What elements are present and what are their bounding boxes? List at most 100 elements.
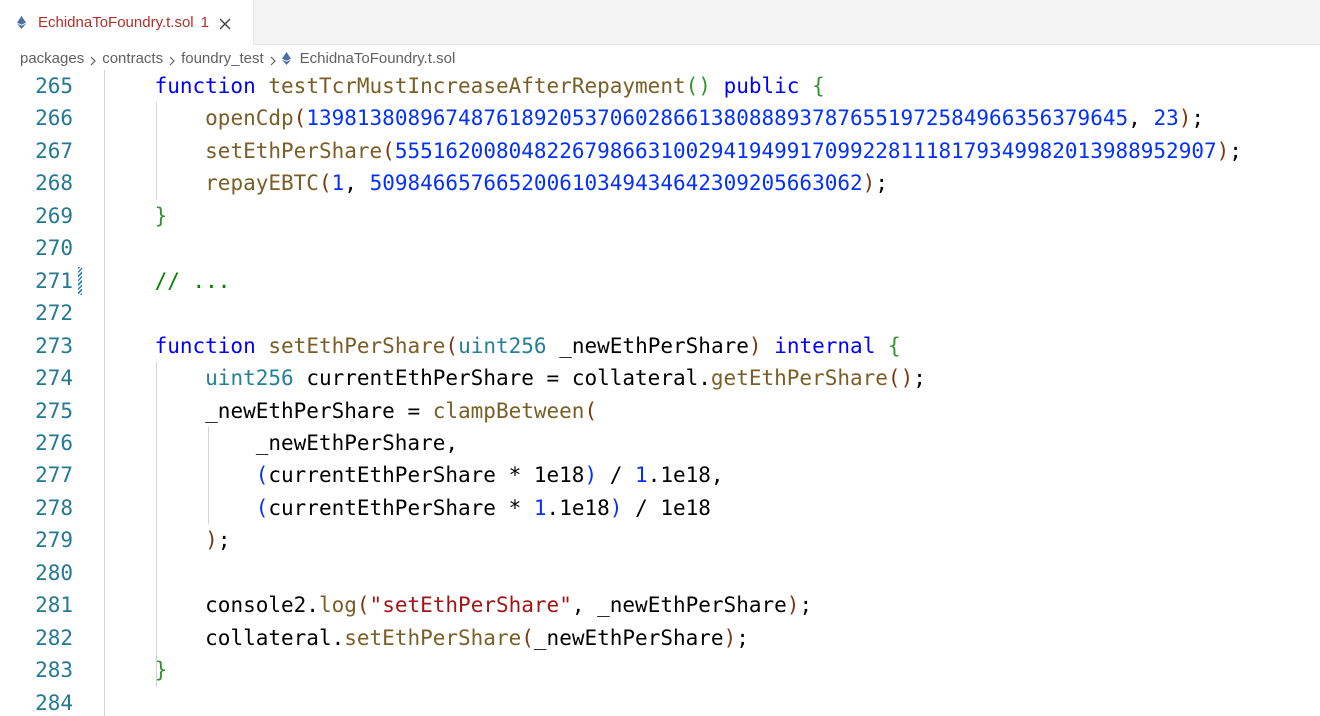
code-line[interactable]: 280	[0, 557, 1320, 589]
code-token: ;	[799, 593, 813, 618]
code-token: (	[255, 495, 269, 520]
code-token: uint256	[205, 366, 294, 391]
code-text: );	[104, 524, 230, 556]
code-text: (currentEthPerShare * 1e18) / 1.1e18,	[104, 459, 724, 491]
code-line[interactable]: 281 console2.log("setEthPerShare", _newE…	[0, 589, 1320, 621]
line-number: 267	[35, 138, 73, 163]
breadcrumb-item-foundry-test[interactable]: foundry_test	[181, 50, 264, 67]
line-number: 268	[35, 171, 73, 196]
line-number: 272	[35, 301, 73, 326]
code-line[interactable]: 279 );	[0, 524, 1320, 556]
code-text: (currentEthPerShare * 1.1e18) / 1e18	[104, 492, 711, 524]
code-line[interactable]: 265 function testTcrMustIncreaseAfterRep…	[0, 70, 1320, 102]
code-token: (	[356, 593, 370, 618]
code-token: (	[584, 398, 598, 423]
breadcrumb-item-file[interactable]: EchidnaToFoundry.t.sol	[300, 50, 456, 67]
code-line[interactable]: 269 }	[0, 200, 1320, 232]
indent-guide	[156, 102, 157, 200]
problem-count-badge: 1	[200, 14, 209, 31]
code-token: public	[723, 74, 800, 98]
code-token: ;	[875, 171, 888, 196]
code-token: 1	[331, 171, 345, 196]
code-token: currentEthPerShare *	[268, 495, 534, 520]
code-token: log	[318, 593, 357, 618]
chevron-right-icon	[89, 53, 97, 66]
code-token: )	[1178, 106, 1192, 131]
code-token: (	[318, 171, 332, 196]
line-number: 270	[35, 236, 73, 261]
code-line[interactable]: 273 function setEthPerShare(uint256 _new…	[0, 330, 1320, 362]
code-token: )	[609, 495, 623, 520]
close-icon[interactable]	[219, 17, 231, 29]
code-token: 5551620080482267986631002941949917099228…	[394, 138, 1217, 163]
code-text: }	[104, 654, 168, 686]
code-token: ()	[685, 74, 711, 98]
line-number: 273	[35, 333, 73, 358]
code-token: ,	[1128, 106, 1154, 131]
code-token: // ...	[154, 268, 231, 293]
code-token: )	[862, 171, 876, 196]
code-line[interactable]: 277 (currentEthPerShare * 1e18) / 1.1e18…	[0, 459, 1320, 491]
code-line[interactable]: 272	[0, 297, 1320, 329]
code-line[interactable]: 274 uint256 currentEthPerShare = collate…	[0, 362, 1320, 394]
breadcrumb: packages contracts foundry_test EchidnaT…	[20, 46, 455, 70]
code-text: openCdp(13981380896748761892053706028661…	[104, 102, 1204, 134]
code-token: _newEthPerShare	[533, 625, 724, 650]
code-token: {	[888, 333, 901, 358]
ethereum-icon	[281, 51, 291, 65]
code-token: function	[154, 74, 256, 98]
code-token: }	[154, 203, 168, 228]
code-token: uint256	[458, 333, 547, 358]
line-number: 276	[35, 430, 73, 455]
code-token: ;	[913, 366, 926, 391]
code-text: function setEthPerShare(uint256 _newEthP…	[104, 330, 901, 362]
tab-echidna-to-foundry[interactable]: EchidnaToFoundry.t.sol 1	[0, 0, 254, 45]
code-token: )	[786, 593, 800, 618]
chevron-right-icon	[269, 53, 277, 66]
line-number: 269	[35, 203, 73, 228]
line-number: 266	[35, 106, 73, 131]
code-line[interactable]: 270	[0, 232, 1320, 264]
code-token: (	[293, 106, 307, 131]
code-line[interactable]: 268 repayEBTC(1, 50984665766520061034943…	[0, 167, 1320, 199]
indent-guide	[104, 70, 105, 716]
code-line[interactable]: 276 _newEthPerShare,	[0, 427, 1320, 459]
code-line[interactable]: 266 openCdp(1398138089674876189205370602…	[0, 102, 1320, 134]
code-token: (	[255, 463, 269, 488]
code-line[interactable]: 282 collateral.setEthPerShare(_newEthPer…	[0, 622, 1320, 654]
code-token: getEthPerShare	[710, 366, 888, 391]
line-number: 265	[35, 74, 73, 98]
line-number: 284	[35, 690, 73, 715]
line-number: 283	[35, 658, 73, 683]
code-token: currentEthPerShare = collateral.	[293, 366, 711, 391]
code-text: setEthPerShare(5551620080482267986631002…	[104, 135, 1242, 167]
code-line[interactable]: 275 _newEthPerShare = clampBetween(	[0, 395, 1320, 427]
code-token: ;	[1191, 106, 1205, 131]
code-token: currentEthPerShare * 1e18	[268, 463, 585, 488]
code-editor[interactable]: 265 function testTcrMustIncreaseAfterRep…	[0, 70, 1320, 716]
code-token: ;	[1229, 138, 1242, 163]
code-line[interactable]: 267 setEthPerShare(555162008048226798663…	[0, 135, 1320, 167]
code-line[interactable]: 283 }	[0, 654, 1320, 686]
code-line[interactable]: 284	[0, 687, 1320, 716]
code-line[interactable]: 278 (currentEthPerShare * 1.1e18) / 1e18	[0, 492, 1320, 524]
code-token: ;	[217, 528, 231, 553]
line-number: 282	[35, 625, 73, 650]
code-line[interactable]: 271 // ...	[0, 265, 1320, 297]
breadcrumb-item-contracts[interactable]: contracts	[102, 50, 163, 67]
chevron-right-icon	[168, 53, 176, 66]
breadcrumb-item-packages[interactable]: packages	[20, 50, 84, 67]
code-token: console2.	[205, 593, 319, 618]
